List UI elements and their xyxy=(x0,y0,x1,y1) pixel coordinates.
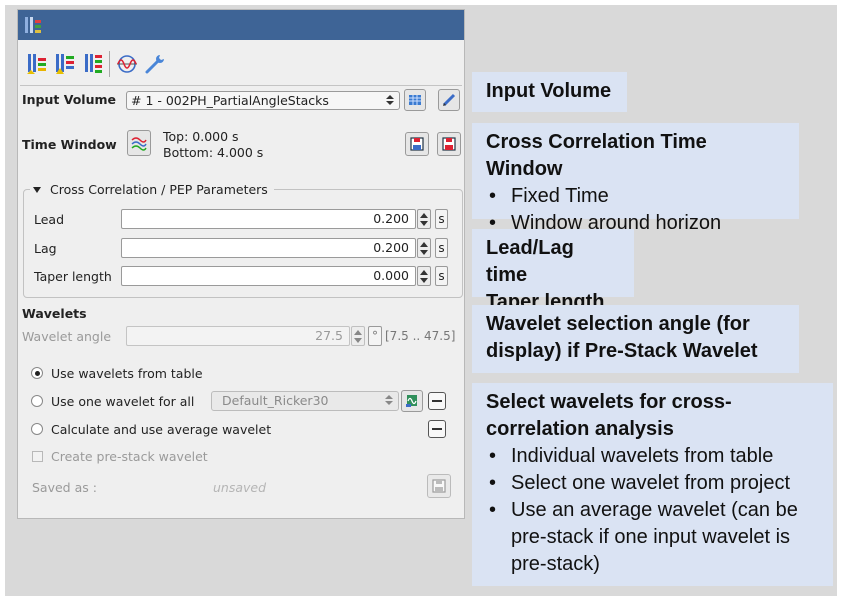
one-wavelet-select[interactable]: Default_Ricker30 xyxy=(211,391,399,411)
callout-select-wavelets-item-line: pre-stack if one input wavelet is xyxy=(511,526,791,548)
radio-average-wavelet-label: Calculate and use average wavelet xyxy=(51,422,272,437)
create-prestack-checkbox[interactable] xyxy=(32,451,43,462)
wavelets-heading: Wavelets xyxy=(22,306,87,321)
one-wavelet-value: Default_Ricker30 xyxy=(222,393,329,408)
wavelet-manage-button[interactable] xyxy=(401,390,423,412)
lead-input[interactable]: 0.200 xyxy=(121,209,416,229)
lag-label: Lag xyxy=(34,241,57,256)
wavelet-angle-input[interactable]: 27.5 xyxy=(126,326,350,346)
callout-select-wavelets-line2: correlation analysis xyxy=(486,418,674,440)
remove-average-wavelet-button[interactable] xyxy=(428,420,446,438)
save-as-icon xyxy=(442,137,456,151)
collapse-triangle-icon xyxy=(33,186,41,193)
saved-as-button[interactable] xyxy=(427,474,451,498)
cross-correlation-dialog: Input Volume # 1 - 002PH_PartialAngleSta… xyxy=(17,9,465,519)
remove-one-wavelet-button[interactable] xyxy=(428,392,446,410)
grid-cube-icon xyxy=(409,95,421,105)
callout-select-wavelets-item-line: pre-stack) xyxy=(511,553,600,575)
wavelet-manage-icon xyxy=(406,395,417,407)
radio-one-wavelet-label: Use one wavelet for all xyxy=(51,394,195,409)
volume-pick-button[interactable] xyxy=(438,89,460,111)
taper-length-input[interactable]: 0.000 xyxy=(121,266,416,286)
lead-unit: s xyxy=(435,209,448,229)
wavelet-plot-icon[interactable] xyxy=(114,51,139,77)
callout-lead-lag: Lead/Lag time Taper length xyxy=(472,229,634,313)
stack-pick-icon[interactable] xyxy=(52,51,77,77)
radio-wavelets-from-table[interactable] xyxy=(31,367,43,379)
window-titlebar[interactable] xyxy=(18,10,464,40)
cc-group-header[interactable]: Cross Correlation / PEP Parameters xyxy=(30,182,274,197)
lead-label: Lead xyxy=(34,212,65,227)
callout-wavelet-angle-line1: Wavelet selection angle (for xyxy=(486,313,750,335)
taper-length-spinner[interactable] xyxy=(417,266,431,286)
stack-add-icon[interactable] xyxy=(24,51,49,77)
wavelet-angle-range: [7.5 .. 47.5] xyxy=(385,329,456,343)
callout-time-window-title: Cross Correlation Time Window xyxy=(486,131,707,180)
stack-list-icon[interactable] xyxy=(80,51,105,77)
callout-select-wavelets-item: Use an average wavelet (can be pre-stack… xyxy=(486,497,819,578)
time-window-label: Time Window xyxy=(22,137,117,152)
wrench-icon[interactable] xyxy=(142,51,167,77)
save-icon xyxy=(410,137,424,151)
callout-lead-lag-line1: Lead/Lag time xyxy=(486,237,574,286)
input-volume-label: Input Volume xyxy=(22,92,116,107)
spin-arrows-icon xyxy=(385,395,393,405)
input-volume-value: # 1 - 002PH_PartialAngleStacks xyxy=(131,93,329,108)
app-icon xyxy=(25,17,41,33)
time-window-top: Top: 0.000 s xyxy=(163,129,239,144)
toolbar-separator xyxy=(109,51,110,77)
toolbar-divider xyxy=(20,85,462,86)
time-window-saveas-button[interactable] xyxy=(437,132,461,156)
taper-length-label: Taper length xyxy=(34,269,112,284)
wavelet-angle-spinner[interactable] xyxy=(351,326,365,346)
volume-browse-button[interactable] xyxy=(404,89,426,111)
lag-unit: s xyxy=(435,238,448,258)
callout-input-volume: Input Volume xyxy=(472,72,627,112)
time-window-bottom: Bottom: 4.000 s xyxy=(163,145,264,160)
callout-time-window-item: Fixed Time xyxy=(486,183,785,210)
saved-as-label: Saved as : xyxy=(32,480,97,495)
create-prestack-label: Create pre-stack wavelet xyxy=(51,449,208,464)
lag-spinner[interactable] xyxy=(417,238,431,258)
radio-one-wavelet[interactable] xyxy=(31,395,43,407)
toolbar xyxy=(24,49,170,79)
callout-input-volume-title: Input Volume xyxy=(486,80,612,102)
lag-input[interactable]: 0.200 xyxy=(121,238,416,258)
lead-spinner[interactable] xyxy=(417,209,431,229)
callout-select-wavelets-item-line: Use an average wavelet (can be xyxy=(511,499,798,521)
input-volume-select[interactable]: # 1 - 002PH_PartialAngleStacks xyxy=(126,91,400,110)
cc-group-title: Cross Correlation / PEP Parameters xyxy=(50,182,268,197)
taper-length-unit: s xyxy=(435,266,448,286)
wavelet-angle-unit: ° xyxy=(368,326,382,346)
spin-arrows-icon xyxy=(386,95,394,105)
saved-as-value: unsaved xyxy=(213,480,267,495)
save-icon xyxy=(432,479,446,493)
radio-average-wavelet[interactable] xyxy=(31,423,43,435)
time-window-button[interactable] xyxy=(127,130,151,156)
callout-wavelet-angle-line2: display) if Pre-Stack Wavelet xyxy=(486,340,758,362)
callout-select-wavelets-item: Select one wavelet from project xyxy=(486,470,819,497)
time-window-icon xyxy=(131,137,147,151)
radio-wavelets-from-table-label: Use wavelets from table xyxy=(51,366,203,381)
time-window-save-button[interactable] xyxy=(405,132,429,156)
callout-time-window: Cross Correlation Time Window Fixed Time… xyxy=(472,123,799,237)
callout-select-wavelets-item: Individual wavelets from table xyxy=(486,443,819,470)
callout-select-wavelets-line1: Select wavelets for cross- xyxy=(486,391,732,413)
callout-wavelet-angle: Wavelet selection angle (for display) if… xyxy=(472,305,799,373)
callout-select-wavelets: Select wavelets for cross- correlation a… xyxy=(472,383,833,586)
wavelet-angle-label: Wavelet angle xyxy=(22,329,112,344)
pick-pen-icon xyxy=(442,93,456,107)
